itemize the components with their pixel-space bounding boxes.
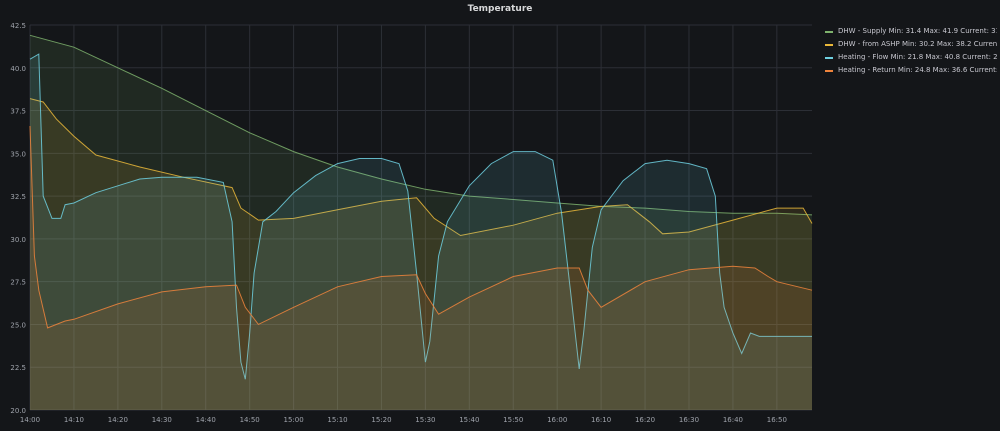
y-tick-label: 37.5 xyxy=(10,108,26,116)
x-tick-label: 14:30 xyxy=(152,416,172,424)
legend-swatch xyxy=(825,43,833,46)
legend-label: DHW - from ASHP Min: 30.2 Max: 38.2 Curr… xyxy=(838,40,997,48)
y-tick-label: 22.5 xyxy=(10,364,26,372)
legend-label: Heating - Return Min: 24.8 Max: 36.6 Cur… xyxy=(838,66,997,74)
x-tick-label: 14:20 xyxy=(108,416,128,424)
x-tick-label: 15:20 xyxy=(371,416,391,424)
chart-legend: DHW - Supply Min: 31.4 Max: 41.9 Current… xyxy=(825,25,997,77)
legend-item[interactable]: Heating - Flow Min: 21.8 Max: 40.8 Curre… xyxy=(825,51,997,64)
x-tick-label: 15:30 xyxy=(415,416,435,424)
x-tick-label: 16:20 xyxy=(635,416,655,424)
x-tick-label: 15:10 xyxy=(327,416,347,424)
legend-swatch xyxy=(825,56,833,59)
x-tick-label: 16:10 xyxy=(591,416,611,424)
x-tick-label: 14:00 xyxy=(20,416,40,424)
legend-label: Heating - Flow Min: 21.8 Max: 40.8 Curre… xyxy=(838,53,997,61)
y-tick-label: 42.5 xyxy=(10,22,26,30)
legend-label: DHW - Supply Min: 31.4 Max: 41.9 Current… xyxy=(838,27,997,35)
x-tick-label: 16:00 xyxy=(547,416,567,424)
x-tick-label: 16:30 xyxy=(679,416,699,424)
x-tick-label: 15:40 xyxy=(459,416,479,424)
y-tick-label: 35.0 xyxy=(10,150,26,158)
legend-item[interactable]: Heating - Return Min: 24.8 Max: 36.6 Cur… xyxy=(825,64,997,77)
y-tick-label: 40.0 xyxy=(10,65,26,73)
y-tick-label: 32.5 xyxy=(10,193,26,201)
x-tick-label: 16:50 xyxy=(767,416,787,424)
chart-panel: Temperature 20.0 22.5 25.0 27.5 30.0 32.5 35.0… xyxy=(0,0,1000,431)
x-tick-label: 14:50 xyxy=(240,416,260,424)
legend-swatch xyxy=(825,30,833,33)
x-tick-label: 14:10 xyxy=(64,416,84,424)
x-tick-label: 16:40 xyxy=(723,416,743,424)
y-tick-label: 30.0 xyxy=(10,236,26,244)
legend-item[interactable]: DHW - Supply Min: 31.4 Max: 41.9 Current… xyxy=(825,25,997,38)
x-tick-label: 15:00 xyxy=(284,416,304,424)
x-tick-label: 15:50 xyxy=(503,416,523,424)
y-tick-label: 20.0 xyxy=(10,407,26,415)
y-tick-label: 25.0 xyxy=(10,321,26,329)
x-tick-label: 14:40 xyxy=(196,416,216,424)
legend-swatch xyxy=(825,69,833,72)
legend-item[interactable]: DHW - from ASHP Min: 30.2 Max: 38.2 Curr… xyxy=(825,38,997,51)
y-tick-label: 27.5 xyxy=(10,279,26,287)
